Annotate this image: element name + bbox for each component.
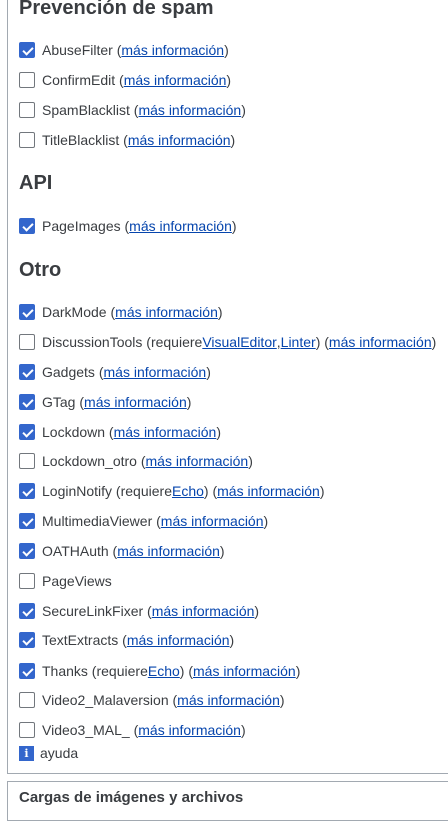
- section-title-spam: Prevención de spam: [19, 0, 214, 19]
- extension-row-gtag: GTag (más información): [19, 392, 191, 412]
- more-info-link[interactable]: más información: [121, 42, 224, 58]
- more-info-link[interactable]: más información: [129, 218, 232, 234]
- help-label[interactable]: ayuda: [40, 745, 78, 761]
- extension-name: ConfirmEdit: [42, 72, 116, 88]
- extension-name: LoginNotify: [42, 483, 113, 499]
- more-info-link[interactable]: más información: [104, 364, 207, 380]
- section-title-uploads: Cargas de imágenes y archivos: [19, 789, 244, 806]
- more-info-link[interactable]: más información: [124, 72, 227, 88]
- dependency-link-visualeditor[interactable]: VisualEditor: [202, 334, 276, 350]
- checkbox-textextracts[interactable]: [19, 632, 35, 648]
- more-info-link[interactable]: más información: [114, 424, 217, 440]
- more-info-link[interactable]: más información: [161, 513, 264, 529]
- checkbox-pageimages[interactable]: [19, 218, 35, 234]
- extension-name: MultimediaViewer: [42, 513, 153, 529]
- extension-name: DarkMode: [42, 304, 107, 320]
- checkbox-video2-malaversion[interactable]: [19, 692, 35, 708]
- more-info-link[interactable]: más información: [193, 663, 296, 679]
- extension-row-abusefilter: AbuseFilter (más información): [19, 40, 229, 60]
- more-info-link[interactable]: más información: [146, 453, 249, 469]
- more-info-link[interactable]: más información: [115, 304, 218, 320]
- extension-row-video3-mal: Video3_MAL_ (más información): [19, 720, 246, 740]
- more-info-link[interactable]: más información: [152, 603, 255, 619]
- checkbox-pageviews[interactable]: [19, 573, 35, 589]
- checkbox-multimediaviewer[interactable]: [19, 513, 35, 529]
- checkbox-gtag[interactable]: [19, 394, 35, 410]
- extension-name: Lockdown_otro: [42, 453, 137, 469]
- more-info-link[interactable]: más información: [127, 632, 230, 648]
- checkbox-video3-mal[interactable]: [19, 722, 35, 738]
- extension-row-confirmedit: ConfirmEdit (más información): [19, 70, 231, 90]
- checkbox-discussiontools[interactable]: [19, 334, 35, 350]
- extension-name: OATHAuth: [42, 543, 109, 559]
- extension-row-multimediaviewer: MultimediaViewer (más información): [19, 511, 268, 531]
- checkbox-gadgets[interactable]: [19, 364, 35, 380]
- extension-name: Thanks: [42, 663, 88, 679]
- extension-row-pageimages: PageImages (más información): [19, 216, 237, 236]
- dependency-link-linter[interactable]: Linter: [281, 334, 316, 350]
- extension-row-titleblacklist: TitleBlacklist (más información): [19, 130, 235, 150]
- checkbox-loginnotify[interactable]: [19, 483, 35, 499]
- checkbox-spamblacklist[interactable]: [19, 102, 35, 118]
- extension-name: PageViews: [42, 573, 112, 589]
- info-icon: i: [19, 745, 34, 761]
- extension-row-darkmode: DarkMode (más información): [19, 302, 223, 322]
- more-info-link[interactable]: más información: [138, 102, 241, 118]
- extension-name: Lockdown: [42, 424, 106, 440]
- extension-name: SpamBlacklist: [42, 102, 130, 118]
- checkbox-titleblacklist[interactable]: [19, 132, 35, 148]
- extension-name: DiscussionTools: [42, 334, 143, 350]
- extension-row-oathauth: OATHAuth (más información): [19, 541, 225, 561]
- extension-row-video2-malaversion: Video2_Malaversion (más información): [19, 690, 285, 710]
- extension-name: Video3_MAL_: [42, 722, 130, 738]
- extension-name: GTag: [42, 394, 76, 410]
- checkbox-thanks[interactable]: [19, 663, 35, 679]
- more-info-link[interactable]: más información: [138, 722, 241, 738]
- extension-name: PageImages: [42, 218, 121, 234]
- extension-row-spamblacklist: SpamBlacklist (más información): [19, 100, 246, 120]
- section-title-otro: Otro: [19, 259, 62, 281]
- more-info-link[interactable]: más información: [177, 692, 280, 708]
- extension-row-pageviews: PageViews: [19, 571, 112, 591]
- checkbox-lockdown-otro[interactable]: [19, 453, 35, 469]
- extension-row-lockdown-otro: Lockdown_otro (más información): [19, 451, 253, 471]
- checkbox-securelinkfixer[interactable]: [19, 603, 35, 619]
- more-info-link[interactable]: más información: [329, 334, 432, 350]
- more-info-link[interactable]: más información: [84, 394, 187, 410]
- extension-row-discussiontools: DiscussionTools (requiere VisualEditor, Li…: [19, 332, 436, 352]
- requires-label: requiere: [120, 483, 172, 499]
- extension-name: AbuseFilter: [42, 42, 113, 58]
- checkbox-confirmedit[interactable]: [19, 72, 35, 88]
- dependency-link-echo[interactable]: Echo: [148, 663, 180, 679]
- checkbox-abusefilter[interactable]: [19, 42, 35, 58]
- checkbox-darkmode[interactable]: [19, 304, 35, 320]
- extension-row-loginnotify: LoginNotify (requiere Echo) (más informac…: [19, 481, 325, 501]
- section-title-api: API: [19, 172, 53, 194]
- extension-row-securelinkfixer: SecureLinkFixer (más información): [19, 601, 259, 621]
- dependency-link-echo[interactable]: Echo: [172, 483, 204, 499]
- requires-label: requiere: [96, 663, 148, 679]
- extension-name: SecureLinkFixer: [42, 603, 144, 619]
- extension-name: TextExtracts: [42, 632, 119, 648]
- requires-label: requiere: [150, 334, 203, 350]
- checkbox-lockdown[interactable]: [19, 424, 35, 440]
- extension-row-gadgets: Gadgets (más información): [19, 362, 211, 382]
- help-link-row[interactable]: i ayuda: [19, 744, 78, 762]
- extension-row-thanks: Thanks (requiere Echo) (más información): [19, 661, 300, 681]
- checkbox-oathauth[interactable]: [19, 543, 35, 559]
- extension-name: Gadgets: [42, 364, 95, 380]
- extension-row-textextracts: TextExtracts (más información): [19, 630, 234, 650]
- extension-row-lockdown: Lockdown (más información): [19, 422, 221, 442]
- more-info-link[interactable]: más información: [128, 132, 231, 148]
- more-info-link[interactable]: más información: [217, 483, 320, 499]
- more-info-link[interactable]: más información: [117, 543, 220, 559]
- extension-name: Video2_Malaversion: [42, 692, 169, 708]
- extension-name: TitleBlacklist: [42, 132, 120, 148]
